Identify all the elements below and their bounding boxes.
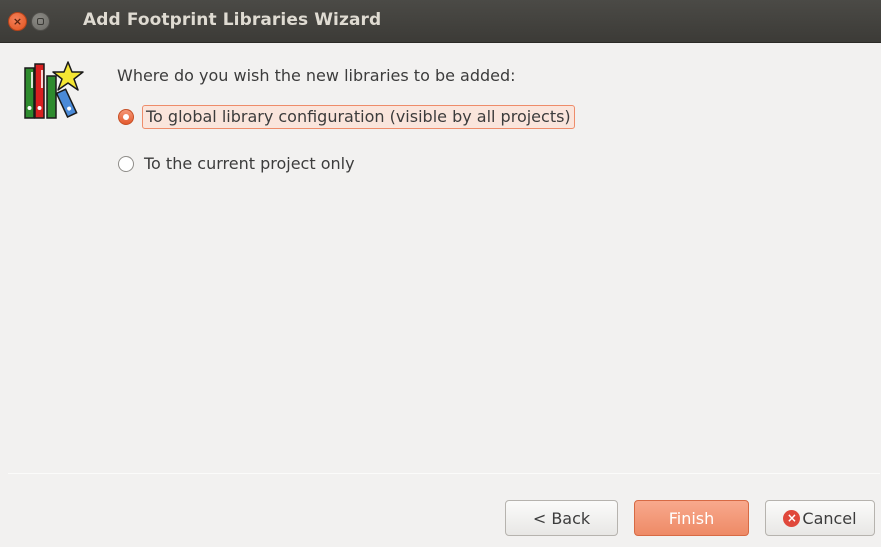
minimize-icon <box>37 18 44 25</box>
cancel-button[interactable]: × Cancel <box>765 500 875 536</box>
footprint-libraries-wizard-icon <box>24 61 84 119</box>
destination-question: Where do you wish the new libraries to b… <box>117 66 516 85</box>
current-project-radio[interactable] <box>118 155 134 172</box>
current-project-label[interactable]: To the current project only <box>144 154 355 173</box>
button-separator <box>8 473 880 474</box>
cancel-icon: × <box>783 509 801 527</box>
global-config-label[interactable]: To global library configuration (visible… <box>142 105 575 129</box>
minimize-window-button[interactable] <box>31 12 50 31</box>
window-title: Add Footprint Libraries Wizard <box>83 10 382 30</box>
back-button-label: < Back <box>532 508 591 528</box>
close-window-button[interactable]: × <box>8 12 27 31</box>
title-bar: × Add Footprint Libraries Wizard <box>0 0 881 43</box>
close-icon: × <box>12 15 23 28</box>
back-button[interactable]: < Back <box>505 500 618 536</box>
global-config-option[interactable]: To global library configuration (visible… <box>118 105 575 129</box>
current-project-option[interactable]: To the current project only <box>118 154 355 173</box>
finish-button[interactable]: Finish <box>634 500 749 536</box>
global-config-radio[interactable] <box>118 109 134 125</box>
finish-button-label: Finish <box>668 508 715 528</box>
cancel-button-label: Cancel <box>802 508 857 528</box>
